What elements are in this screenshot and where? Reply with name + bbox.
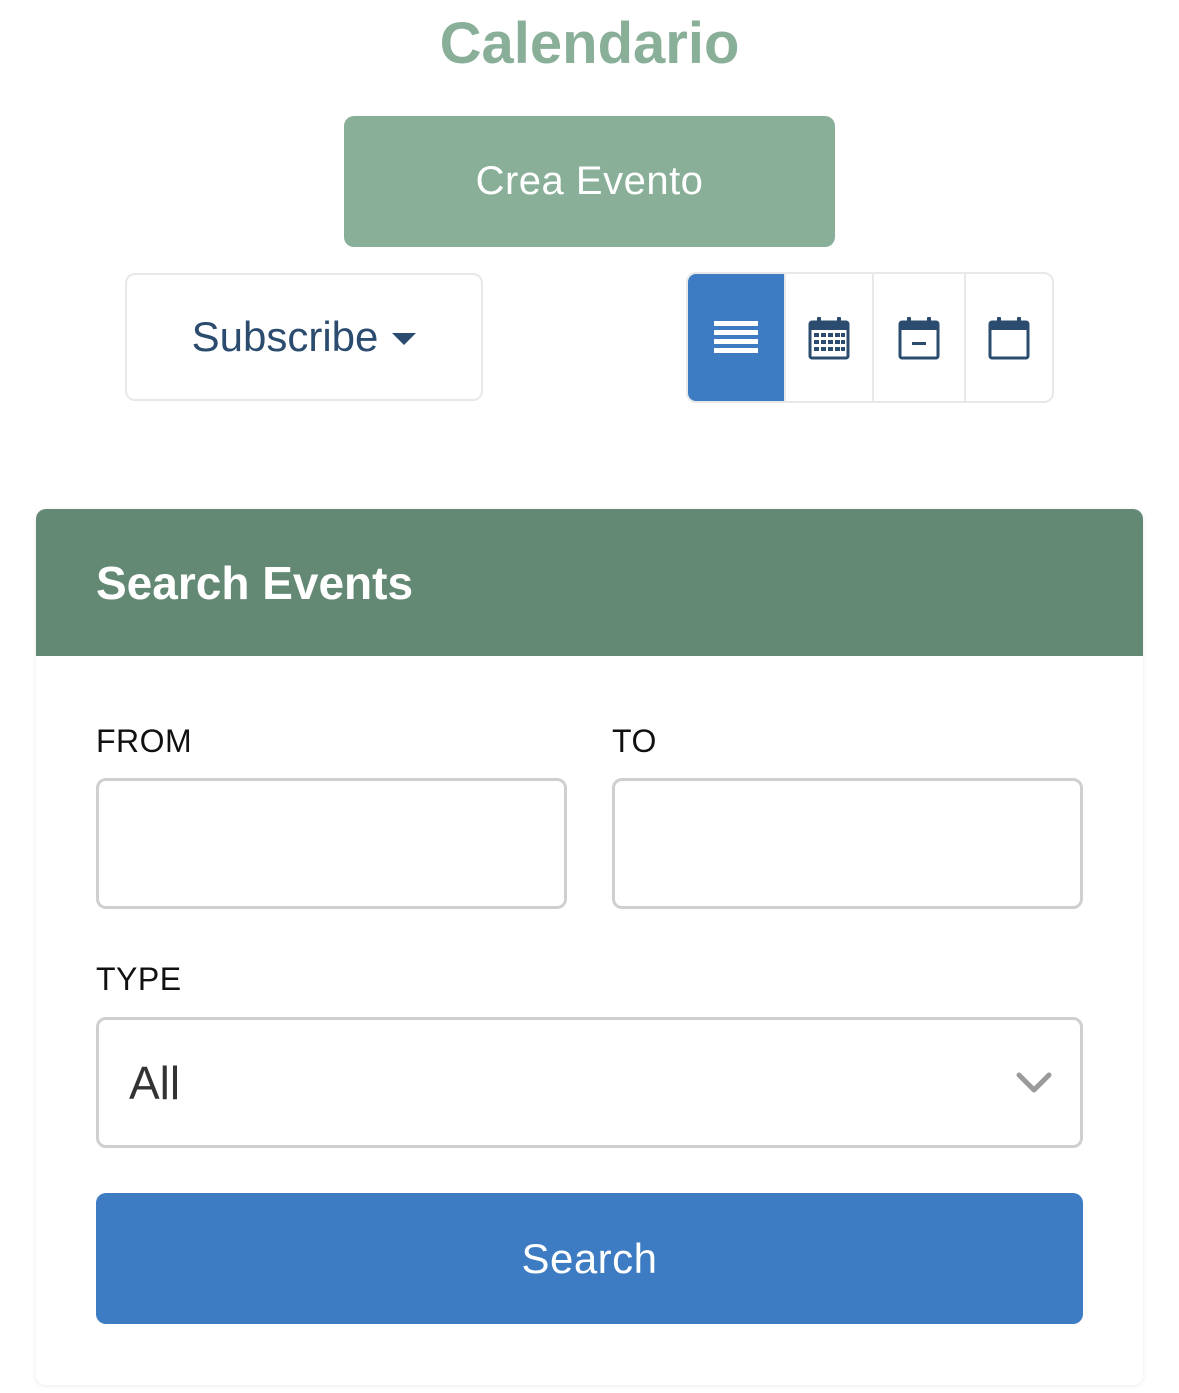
- from-label: FROM: [96, 723, 193, 759]
- search-panel-header: Search Events: [36, 509, 1143, 656]
- month-view-button[interactable]: [784, 274, 872, 401]
- month-view-icon: [808, 316, 850, 359]
- create-event-button[interactable]: Crea Evento: [344, 116, 835, 247]
- day-view-button[interactable]: [964, 274, 1052, 401]
- type-label: TYPE: [96, 961, 182, 997]
- to-label: TO: [612, 723, 657, 759]
- week-view-icon: [898, 316, 940, 359]
- caret-down-icon: [392, 333, 417, 345]
- page-title: Calendario: [439, 11, 740, 76]
- search-events-panel: Search Events FROM TO TYPE All Search: [36, 509, 1143, 1385]
- from-date-input[interactable]: [96, 778, 567, 909]
- search-panel-title: Search Events: [96, 556, 414, 609]
- chevron-down-icon: [1016, 1072, 1052, 1092]
- list-view-icon: [714, 320, 758, 353]
- type-select[interactable]: All: [96, 1017, 1083, 1148]
- list-view-button[interactable]: [688, 274, 784, 401]
- subscribe-dropdown-button[interactable]: Subscribe: [125, 273, 483, 401]
- subscribe-label: Subscribe: [191, 313, 379, 360]
- calendar-page: Calendario Crea Evento Subscribe Search …: [0, 0, 1179, 1393]
- search-button[interactable]: Search: [96, 1193, 1083, 1324]
- view-switcher: [686, 272, 1054, 403]
- week-view-button[interactable]: [872, 274, 964, 401]
- day-view-icon: [988, 316, 1030, 359]
- type-select-value: All: [129, 1056, 181, 1109]
- to-date-input[interactable]: [612, 778, 1083, 909]
